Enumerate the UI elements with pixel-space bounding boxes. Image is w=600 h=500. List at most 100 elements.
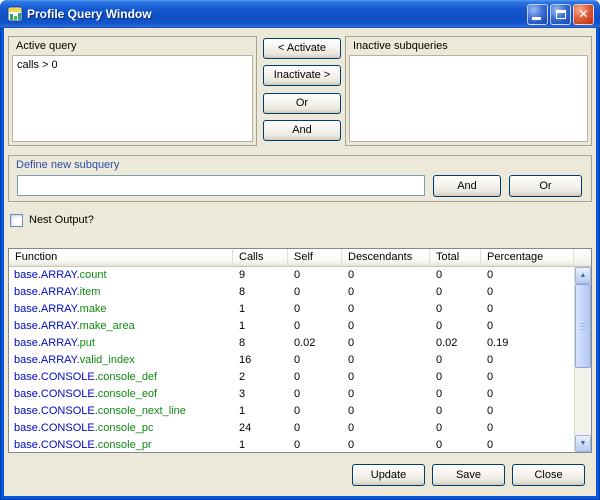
update-button[interactable]: Update	[352, 464, 425, 486]
nest-output-checkbox[interactable]	[10, 214, 23, 227]
cell-calls: 16	[233, 352, 288, 369]
table-row[interactable]: base.CONSOLE.console_eof30000	[9, 386, 574, 403]
cell-calls: 1	[233, 403, 288, 420]
cell-calls: 9	[233, 267, 288, 284]
table-row[interactable]: base.ARRAY.make_area10000	[9, 318, 574, 335]
cell-descendants: 0	[342, 437, 430, 452]
cell-calls: 8	[233, 284, 288, 301]
cell-function: base.CONSOLE.console_next_line	[9, 403, 233, 420]
inactivate-button[interactable]: Inactivate >	[263, 65, 341, 86]
or-query-button[interactable]: Or	[263, 93, 341, 114]
cell-calls: 24	[233, 420, 288, 437]
table-row[interactable]: base.CONSOLE.console_next_line10000	[9, 403, 574, 420]
minimize-icon	[532, 17, 541, 20]
cell-total: 0	[430, 318, 481, 335]
cell-percentage: 0	[481, 369, 493, 386]
activate-button[interactable]: < Activate	[263, 38, 341, 59]
cell-self: 0	[288, 267, 342, 284]
scrollbar-thumb[interactable]	[575, 284, 591, 368]
column-header-self[interactable]: Self	[288, 249, 342, 267]
minimize-button[interactable]	[527, 4, 548, 25]
column-header-function[interactable]: Function	[9, 249, 233, 267]
cell-descendants: 0	[342, 284, 430, 301]
app-icon	[7, 6, 23, 22]
close-dialog-button[interactable]: Close	[512, 464, 585, 486]
table-row[interactable]: base.CONSOLE.console_def20000	[9, 369, 574, 386]
cell-descendants: 0	[342, 318, 430, 335]
cell-percentage: 0.19	[481, 335, 508, 352]
table-row[interactable]: base.ARRAY.count90000	[9, 267, 574, 284]
cell-calls: 8	[233, 335, 288, 352]
inactive-subqueries-list[interactable]	[349, 55, 588, 142]
cell-percentage: 0	[481, 437, 493, 452]
table-row[interactable]: base.CONSOLE.console_pr10000	[9, 437, 574, 452]
cell-percentage: 0	[481, 420, 493, 437]
table-row[interactable]: base.CONSOLE.console_pc240000	[9, 420, 574, 437]
cell-self: 0	[288, 301, 342, 318]
inactive-subqueries-label: Inactive subqueries	[353, 40, 448, 52]
cell-function: base.ARRAY.count	[9, 267, 233, 284]
cell-function: base.CONSOLE.console_def	[9, 369, 233, 386]
list-item[interactable]: calls > 0	[13, 58, 252, 72]
inactive-subqueries-panel: Inactive subqueries	[345, 36, 592, 146]
cell-total: 0	[430, 301, 481, 318]
cell-self: 0.02	[288, 335, 342, 352]
cell-percentage: 0	[481, 386, 493, 403]
cell-percentage: 0	[481, 267, 493, 284]
column-header-percentage[interactable]: Percentage	[481, 249, 574, 267]
cell-calls: 3	[233, 386, 288, 403]
table-row[interactable]: base.ARRAY.item80000	[9, 284, 574, 301]
cell-total: 0.02	[430, 335, 481, 352]
scroll-down-button[interactable]: ▼	[575, 435, 591, 452]
subquery-input[interactable]	[17, 175, 425, 196]
save-button[interactable]: Save	[432, 464, 505, 486]
cell-percentage: 0	[481, 301, 493, 318]
cell-self: 0	[288, 386, 342, 403]
cell-calls: 2	[233, 369, 288, 386]
column-header-total[interactable]: Total	[430, 249, 481, 267]
define-subquery-group: Define new subquery And Or	[8, 155, 592, 202]
scrollbar-track[interactable]	[575, 284, 591, 435]
table-row[interactable]: base.ARRAY.put80.0200.020.19	[9, 335, 574, 352]
active-query-list[interactable]: calls > 0	[12, 55, 253, 142]
cell-total: 0	[430, 437, 481, 452]
and-query-button[interactable]: And	[263, 120, 341, 141]
active-query-label: Active query	[16, 40, 77, 52]
cell-calls: 1	[233, 318, 288, 335]
cell-function: base.ARRAY.make	[9, 301, 233, 318]
close-icon: ✕	[574, 5, 593, 24]
scroll-up-button[interactable]: ▲	[575, 267, 591, 284]
vertical-scrollbar[interactable]: ▲ ▼	[574, 267, 591, 452]
column-header-descendants[interactable]: Descendants	[342, 249, 430, 267]
cell-self: 0	[288, 437, 342, 452]
cell-total: 0	[430, 369, 481, 386]
cell-function: base.CONSOLE.console_pr	[9, 437, 233, 452]
maximize-button[interactable]	[550, 4, 571, 25]
cell-function: base.CONSOLE.console_pc	[9, 420, 233, 437]
maximize-icon	[556, 10, 566, 19]
table-row[interactable]: base.ARRAY.valid_index160000	[9, 352, 574, 369]
cell-self: 0	[288, 318, 342, 335]
cell-self: 0	[288, 420, 342, 437]
cell-percentage: 0	[481, 403, 493, 420]
table-row[interactable]: base.ARRAY.make10000	[9, 301, 574, 318]
titlebar[interactable]: Profile Query Window ✕	[0, 0, 600, 28]
close-button[interactable]: ✕	[573, 4, 594, 25]
cell-function: base.ARRAY.item	[9, 284, 233, 301]
cell-self: 0	[288, 352, 342, 369]
cell-descendants: 0	[342, 352, 430, 369]
table-rows: base.ARRAY.count90000base.ARRAY.item8000…	[9, 267, 574, 452]
column-header-calls[interactable]: Calls	[233, 249, 288, 267]
cell-descendants: 0	[342, 369, 430, 386]
cell-function: base.ARRAY.make_area	[9, 318, 233, 335]
cell-percentage: 0	[481, 352, 493, 369]
and-subquery-button[interactable]: And	[433, 175, 501, 197]
header-corner	[574, 249, 591, 267]
cell-calls: 1	[233, 437, 288, 452]
cell-descendants: 0	[342, 403, 430, 420]
or-subquery-button[interactable]: Or	[509, 175, 582, 197]
window-title: Profile Query Window	[27, 7, 527, 21]
define-subquery-label: Define new subquery	[16, 159, 119, 171]
cell-descendants: 0	[342, 386, 430, 403]
cell-self: 0	[288, 403, 342, 420]
